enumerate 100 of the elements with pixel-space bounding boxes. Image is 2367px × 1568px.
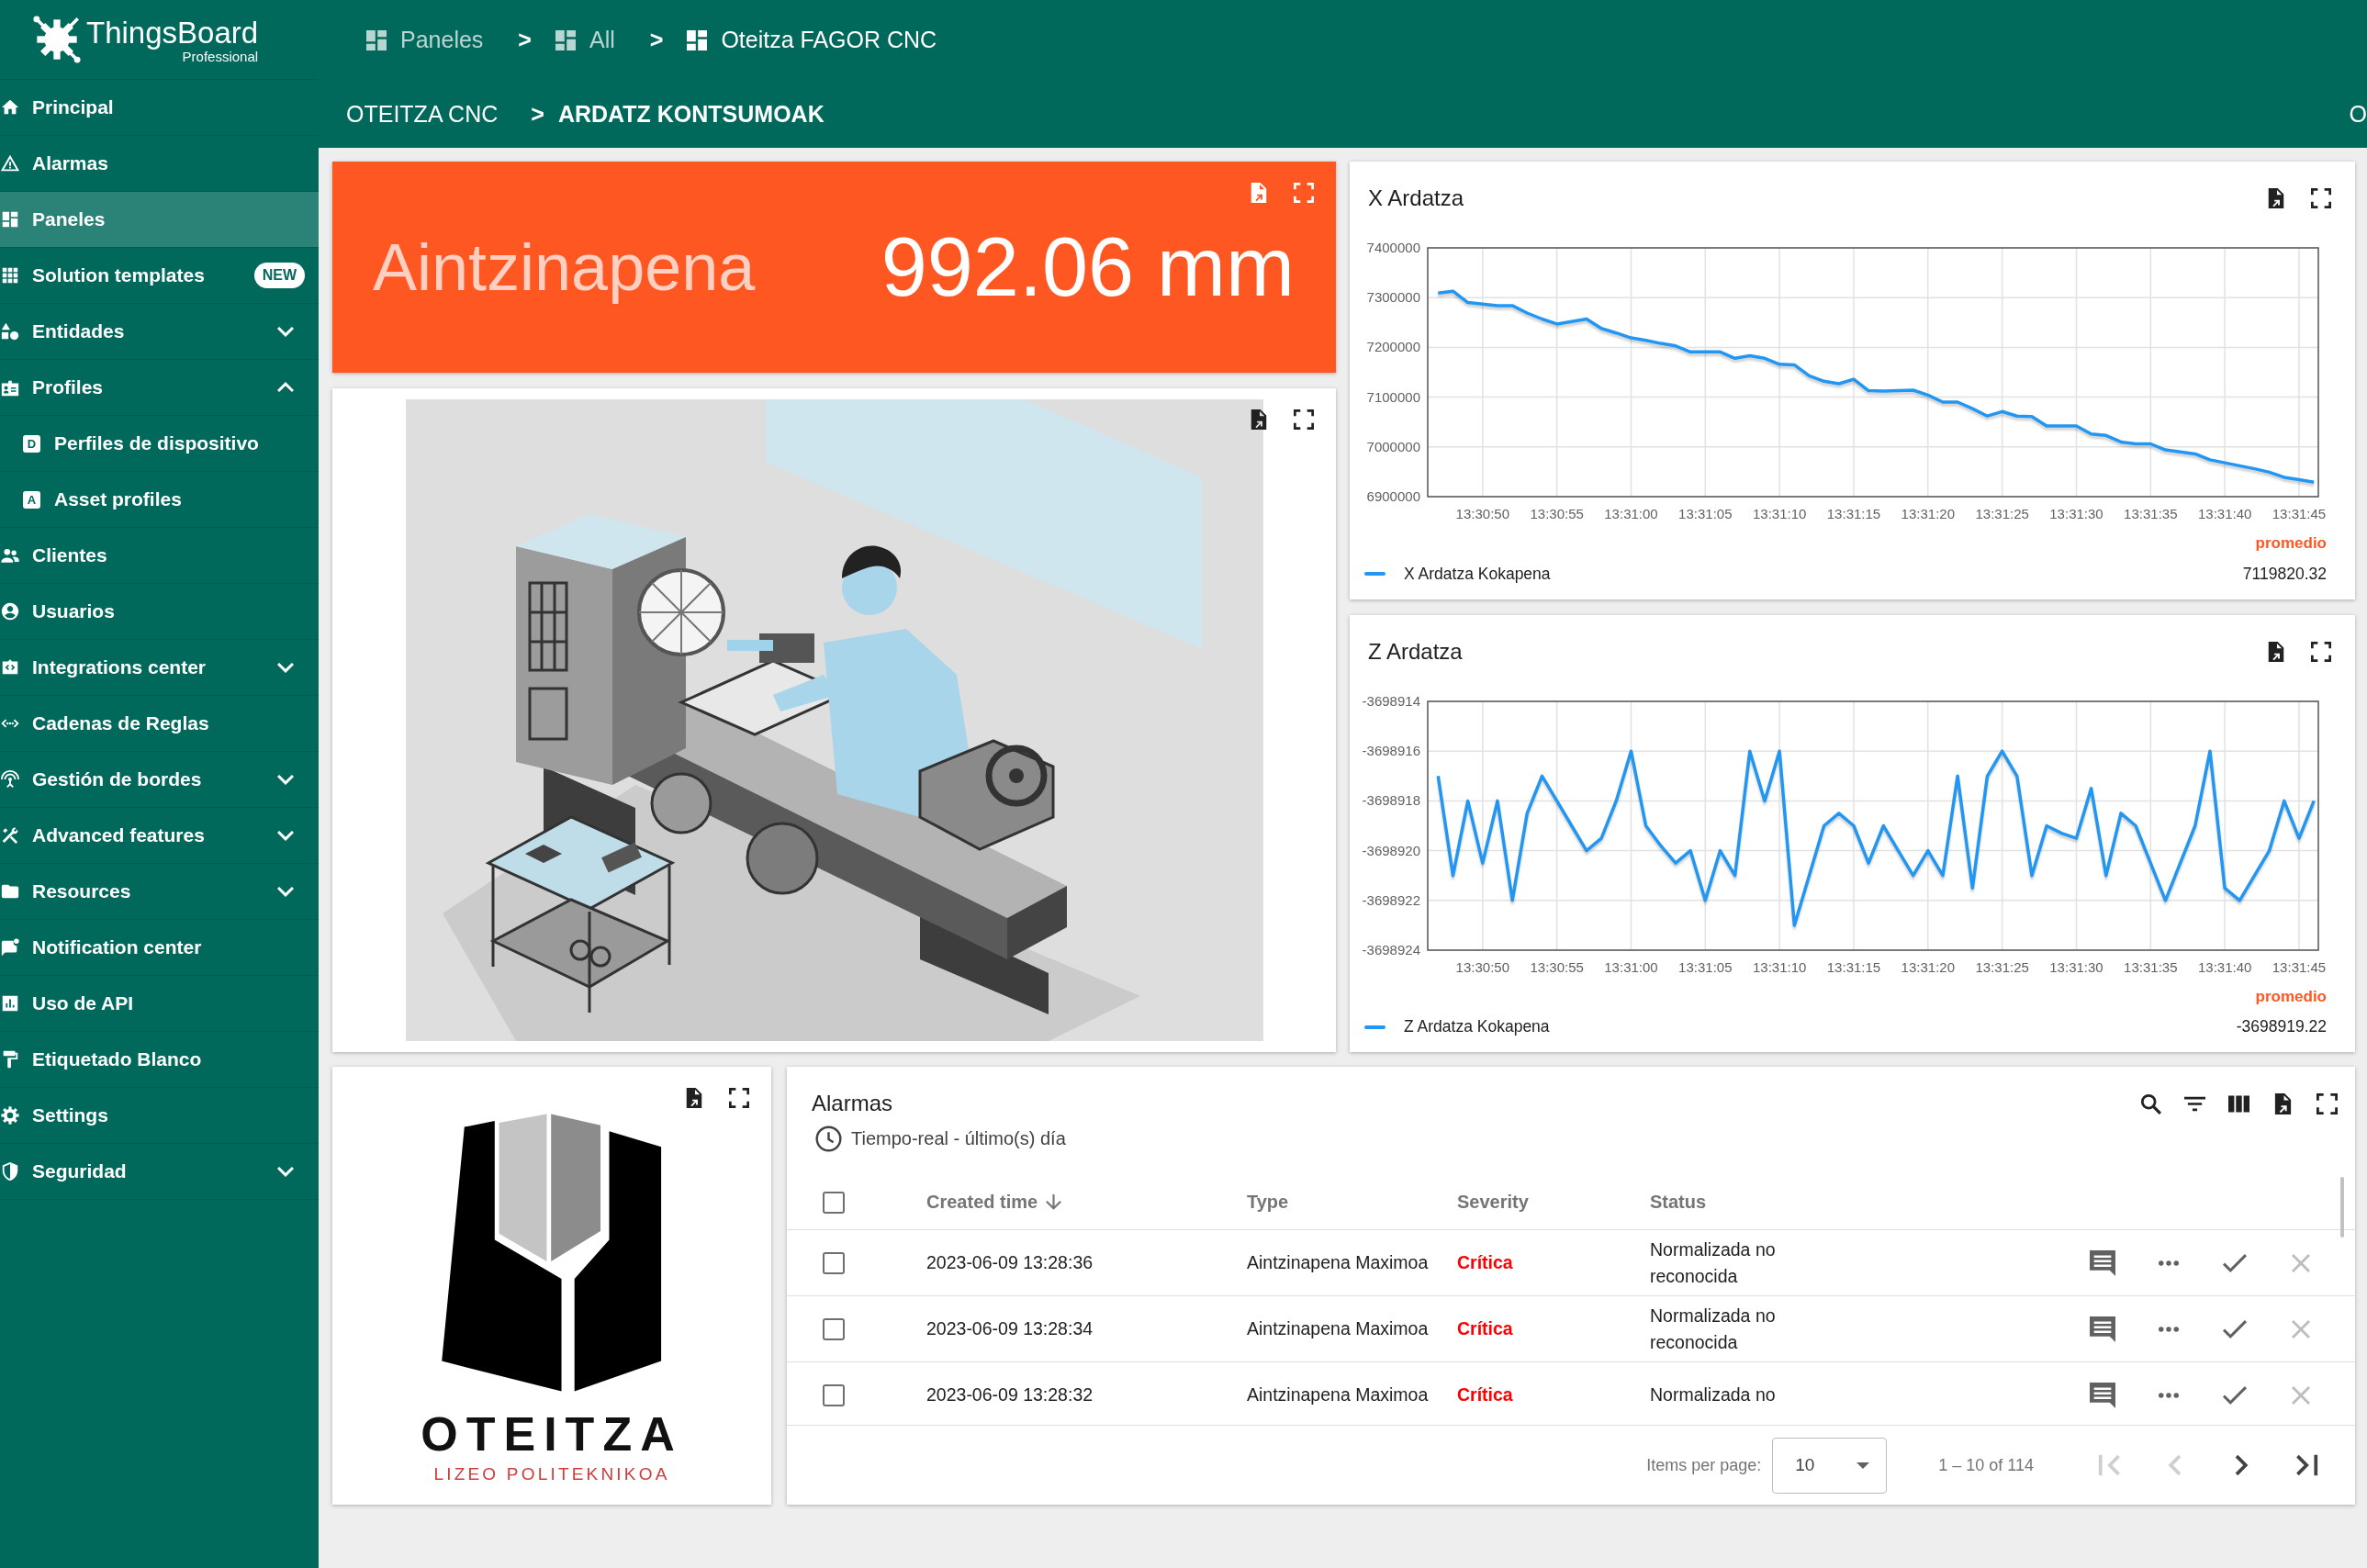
column-header[interactable]: Severity — [1457, 1192, 1529, 1213]
caret-icon — [1857, 1462, 1870, 1469]
chevron-down-icon[interactable] — [277, 326, 294, 337]
breadcrumb-link[interactable]: All — [555, 27, 615, 53]
check-icon[interactable] — [2223, 1319, 2247, 1338]
table-cell: 2023-06-09 13:28:36 — [926, 1252, 1094, 1273]
sort-arrow-icon — [1046, 1194, 1062, 1210]
page-size-select[interactable]: 10 — [1772, 1437, 1888, 1494]
x-tick-label: 13:30:50 — [1455, 958, 1509, 975]
nav-item[interactable]: Advanced features — [0, 808, 277, 863]
shapes-icon — [0, 321, 20, 342]
nav-item[interactable]: Uso de API — [0, 976, 319, 1031]
check-icon[interactable] — [2223, 1253, 2247, 1272]
breadcrumb-link[interactable]: Paneles — [366, 27, 484, 53]
checkbox[interactable] — [823, 1383, 845, 1406]
table-cell: Crítica — [1457, 1384, 1513, 1406]
brand-edition: Professional — [182, 50, 259, 64]
nav-item[interactable]: Usuarios — [0, 584, 319, 639]
nav-item[interactable]: Principal — [0, 80, 319, 135]
nav-item[interactable]: Gestión de bordes — [0, 752, 277, 807]
letter-tile-icon: A — [23, 490, 40, 509]
checkbox[interactable] — [823, 1191, 845, 1214]
nav-item[interactable]: Seguridad — [0, 1144, 277, 1199]
y-tick-label: 7400000 — [1366, 240, 1420, 255]
nav-item[interactable]: Settings — [0, 1088, 319, 1143]
account-icon — [0, 601, 20, 622]
legend-label[interactable]: Z Ardatza Kokapena — [1404, 1017, 1550, 1036]
search-icon[interactable] — [2140, 1092, 2161, 1114]
warning-icon — [0, 153, 20, 174]
nav-item[interactable]: A Asset profiles — [0, 472, 319, 527]
y-tick-label: -3698914 — [1362, 692, 1420, 709]
column-header[interactable]: Type — [1247, 1192, 1289, 1213]
y-tick-label: 7200000 — [1366, 339, 1420, 355]
breadcrumb-link[interactable]: Oteitza FAGOR CNC — [687, 27, 937, 53]
nav-item[interactable]: Etiquetado Blanco — [0, 1032, 319, 1087]
x-tick-label: 13:31:05 — [1678, 506, 1733, 521]
chevron-up-icon[interactable] — [277, 382, 294, 393]
nav-item[interactable]: D Perfiles de dispositivo — [0, 416, 319, 471]
legend-label[interactable]: X Ardatza Kokapena — [1404, 564, 1551, 584]
nav-item[interactable]: Integrations center — [0, 640, 277, 695]
toolbar-text[interactable]: O — [2349, 100, 2367, 128]
state-breadcrumb-link[interactable]: OTEITZA CNC — [346, 100, 499, 128]
fullscreen-icon[interactable] — [2317, 1092, 2338, 1114]
checkbox[interactable] — [823, 1251, 845, 1274]
column-header[interactable]: Created time — [926, 1192, 1062, 1213]
export-icon[interactable] — [684, 1088, 704, 1108]
time-window-label[interactable]: Tiempo-real - último(s) día — [851, 1127, 1066, 1149]
more-icon[interactable] — [2159, 1392, 2179, 1398]
chevron-down-icon[interactable] — [277, 830, 294, 841]
value-label: Aintzinapena — [373, 230, 756, 305]
column-header[interactable]: Status — [1650, 1192, 1707, 1213]
comment-icon[interactable] — [2090, 1316, 2115, 1342]
comment-icon[interactable] — [2090, 1249, 2115, 1276]
x-tick-label: 13:31:10 — [1752, 958, 1807, 975]
nav-item[interactable]: Resources — [0, 864, 277, 919]
nav-item[interactable]: Profiles — [0, 360, 277, 415]
table-cell-text: Normalizada no — [1650, 1383, 1777, 1406]
last-page-icon[interactable] — [2295, 1453, 2319, 1477]
nav-item[interactable]: Clientes — [0, 528, 319, 583]
x-tick-label: 13:31:35 — [2124, 506, 2178, 521]
shield-icon — [0, 1161, 20, 1182]
fullscreen-icon[interactable] — [1294, 409, 1314, 430]
fullscreen-icon[interactable] — [2311, 641, 2331, 662]
items-per-page-label: Items per page: — [1646, 1455, 1762, 1475]
nav-item[interactable]: Cadenas de Reglas — [0, 696, 319, 751]
more-icon[interactable] — [2159, 1260, 2179, 1266]
breadcrumb-separator: > — [531, 100, 544, 128]
table-cell: Aintzinapena Maximoa — [1247, 1384, 1429, 1406]
export-icon[interactable] — [2272, 1092, 2294, 1114]
logo-icon[interactable] — [33, 16, 81, 63]
export-icon[interactable] — [2266, 188, 2286, 208]
fullscreen-icon[interactable] — [2311, 188, 2331, 208]
legend-stat-value: 7119820.32 — [2242, 564, 2327, 584]
bar-chart-icon — [0, 993, 20, 1014]
nav-item[interactable]: Alarmas — [0, 136, 319, 191]
checkbox[interactable] — [823, 1317, 845, 1340]
nav-item[interactable]: Notification center — [0, 920, 319, 975]
nav-item[interactable]: Entidades — [0, 304, 277, 359]
x-tick-label: 13:31:30 — [2049, 506, 2103, 521]
export-icon[interactable] — [2266, 641, 2286, 662]
nav-item[interactable]: Paneles — [0, 192, 319, 247]
nav-item[interactable]: Solution templates — [0, 248, 254, 303]
chevron-down-icon[interactable] — [277, 886, 294, 897]
comment-icon[interactable] — [2090, 1382, 2115, 1408]
fullscreen-icon[interactable] — [729, 1088, 749, 1108]
x-tick-label: 13:31:05 — [1678, 958, 1733, 975]
chevron-down-icon[interactable] — [277, 774, 294, 785]
chevron-down-icon[interactable] — [277, 662, 294, 673]
x-tick-label: 13:31:20 — [1901, 506, 1955, 521]
y-tick-label: 6900000 — [1366, 488, 1420, 504]
check-icon[interactable] — [2223, 1385, 2247, 1405]
table-cell: 2023-06-09 13:28:34 — [926, 1318, 1094, 1339]
legend-stat-label: promedio — [2255, 534, 2327, 553]
table-cell: Crítica — [1457, 1318, 1513, 1339]
more-icon[interactable] — [2159, 1326, 2179, 1332]
chevron-down-icon[interactable] — [277, 1166, 294, 1177]
table-cell: Aintzinapena Maximoa — [1247, 1252, 1429, 1273]
scrollbar-thumb[interactable] — [2340, 1177, 2344, 1238]
state-breadcrumb-link[interactable]: ARDATZ KONTSUMOAK — [557, 100, 825, 128]
x-tick-label: 13:30:55 — [1530, 506, 1584, 521]
